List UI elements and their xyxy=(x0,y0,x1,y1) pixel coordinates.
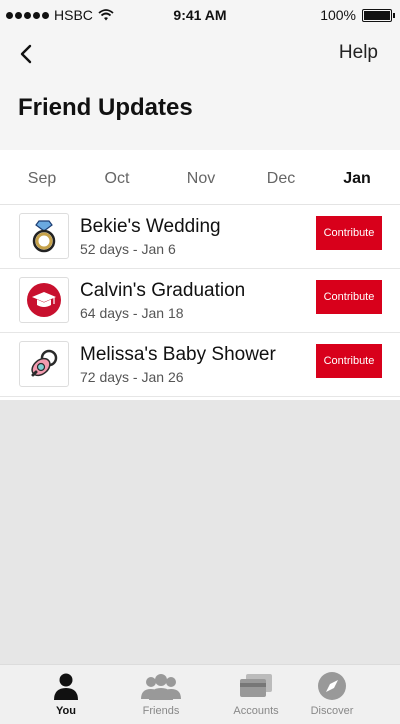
event-title: Calvin's Graduation xyxy=(80,280,246,301)
help-link[interactable]: Help xyxy=(339,42,378,64)
pacifier-icon xyxy=(31,349,58,377)
month-tab-dec[interactable]: Dec xyxy=(251,170,311,188)
header: Help Friend Updates xyxy=(0,32,400,150)
event-subtitle: 52 days - Jan 6 xyxy=(80,241,176,257)
tab-label: Accounts xyxy=(233,705,279,717)
contribute-button[interactable]: Contribute xyxy=(316,216,382,250)
back-button[interactable] xyxy=(16,42,40,66)
compass-icon xyxy=(318,672,346,700)
tab-label: Discover xyxy=(310,705,354,717)
cards-icon xyxy=(240,674,272,697)
month-tab-jan[interactable]: Jan xyxy=(327,170,387,188)
month-selector: Sep Oct Nov Dec Jan xyxy=(0,150,400,205)
contribute-button[interactable]: Contribute xyxy=(316,280,382,314)
month-tab-sep[interactable]: Sep xyxy=(12,170,72,188)
contribute-button[interactable]: Contribute xyxy=(316,344,382,378)
event-list: Bekie's Wedding 52 days - Jan 6 Contribu… xyxy=(0,205,400,400)
chevron-left-icon xyxy=(20,44,32,64)
person-icon xyxy=(54,673,78,700)
month-tab-oct[interactable]: Oct xyxy=(87,170,147,188)
tab-label: You xyxy=(56,705,76,717)
friends-icon xyxy=(141,674,181,700)
month-tab-nov[interactable]: Nov xyxy=(171,170,231,188)
ring-icon xyxy=(32,220,56,253)
tab-label: Friends xyxy=(142,705,180,717)
event-thumbnail xyxy=(19,213,69,259)
event-thumbnail xyxy=(19,277,69,323)
tab-friends[interactable]: Friends xyxy=(121,665,201,724)
battery-percent: 100% xyxy=(320,7,356,23)
list-item[interactable]: Calvin's Graduation 64 days - Jan 18 Con… xyxy=(0,269,400,333)
event-subtitle: 64 days - Jan 18 xyxy=(80,305,184,321)
event-thumbnail xyxy=(19,341,69,387)
event-title: Melissa's Baby Shower xyxy=(80,344,276,365)
battery-icon xyxy=(362,8,395,22)
event-subtitle: 72 days - Jan 26 xyxy=(80,369,184,385)
list-item[interactable]: Melissa's Baby Shower 72 days - Jan 26 C… xyxy=(0,333,400,397)
page-title: Friend Updates xyxy=(18,94,193,121)
event-title: Bekie's Wedding xyxy=(80,216,221,237)
tab-accounts[interactable]: Accounts xyxy=(216,665,296,724)
tab-discover[interactable]: Discover xyxy=(292,665,372,724)
list-item[interactable]: Bekie's Wedding 52 days - Jan 6 Contribu… xyxy=(0,205,400,269)
tab-you[interactable]: You xyxy=(26,665,106,724)
status-bar: HSBC 9:41 AM 100% xyxy=(0,0,400,32)
graduation-cap-icon xyxy=(27,283,61,317)
tab-bar: You Friends Accounts Discover xyxy=(0,664,400,724)
